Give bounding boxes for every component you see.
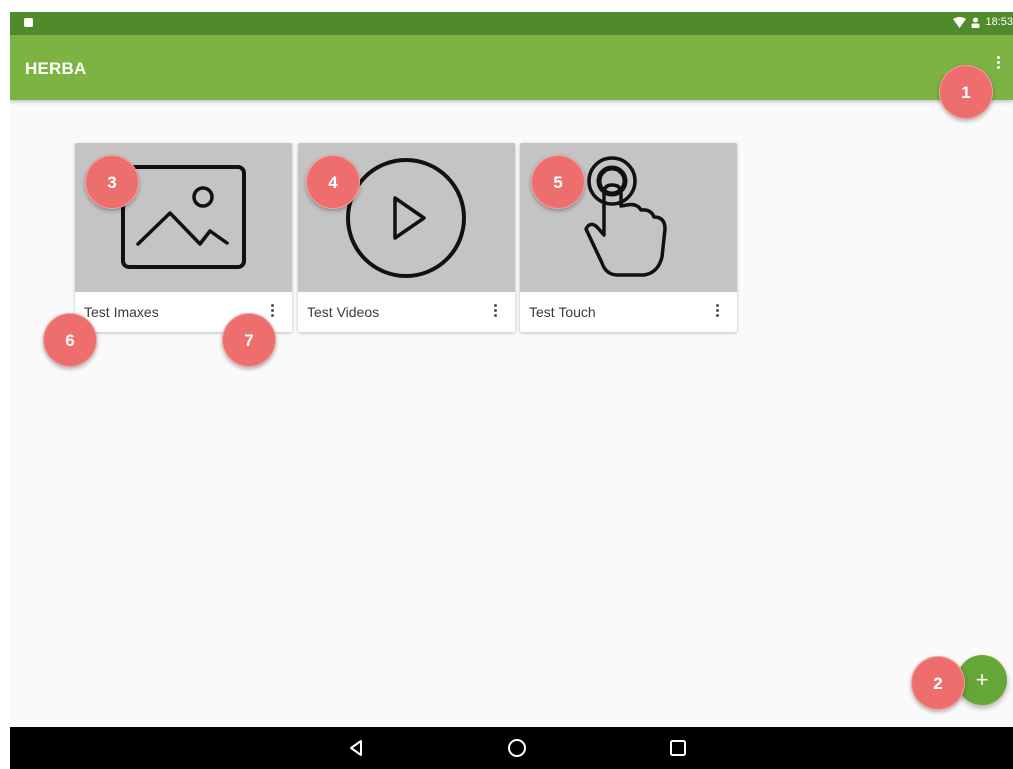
- card-footer: Test Touch: [520, 292, 737, 332]
- card-footer: Test Videos: [298, 292, 515, 332]
- card-title: Test Touch: [529, 304, 596, 320]
- annotation-marker-2: 2: [911, 656, 965, 710]
- recents-icon[interactable]: [667, 737, 689, 759]
- annotation-marker-3: 3: [85, 155, 139, 209]
- status-bar: 18:53: [10, 12, 1013, 35]
- status-time: 18:53: [985, 16, 1013, 28]
- annotation-marker-6: 6: [43, 313, 97, 367]
- app-title: HERBA: [25, 59, 87, 78]
- annotation-marker-4: 4: [306, 155, 360, 209]
- device-screen: 18:53 HERBA Test Imaxes Test Videos Test…: [10, 12, 1013, 769]
- annotation-marker-7: 7: [222, 313, 276, 367]
- card-title: Test Imaxes: [84, 304, 159, 320]
- annotation-marker-5: 5: [531, 155, 585, 209]
- account-icon: [971, 17, 980, 28]
- wifi-icon: [953, 16, 967, 28]
- navigation-bar: [10, 727, 1013, 769]
- status-indicators: 18:53: [953, 16, 1013, 28]
- more-vert-icon[interactable]: [993, 56, 1003, 78]
- home-icon[interactable]: [506, 737, 528, 759]
- annotation-marker-1: 1: [939, 65, 993, 119]
- card-more-vert-icon[interactable]: [268, 304, 276, 320]
- card-more-vert-icon[interactable]: [491, 304, 499, 320]
- notification-icon: [24, 18, 33, 27]
- card-more-vert-icon[interactable]: [713, 304, 721, 320]
- card-title: Test Videos: [307, 304, 380, 320]
- app-bar: HERBA: [10, 35, 1013, 100]
- back-icon[interactable]: [346, 737, 368, 759]
